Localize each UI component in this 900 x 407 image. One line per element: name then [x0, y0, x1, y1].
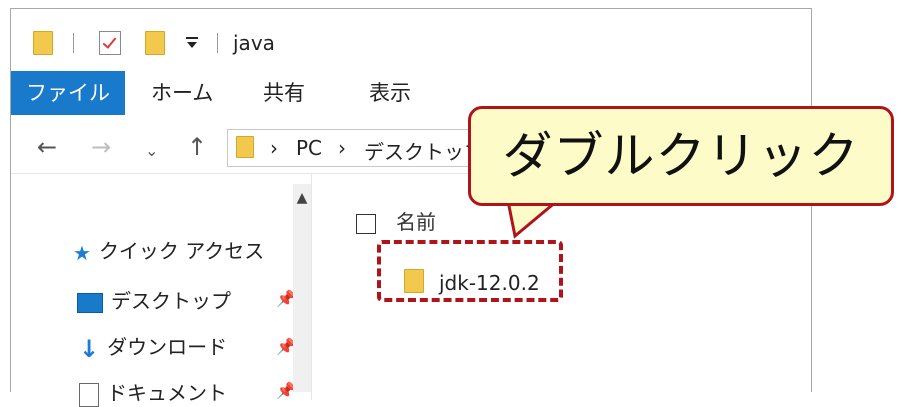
customize-toolbar-dropdown-icon[interactable] — [186, 37, 200, 49]
tab-home[interactable]: ホーム — [151, 71, 213, 115]
forward-arrow-icon[interactable]: → — [91, 133, 111, 161]
recent-locations-chevron-icon[interactable]: ⌄ — [145, 137, 158, 165]
breadcrumb-separator: › — [270, 136, 278, 160]
back-arrow-icon[interactable]: ← — [37, 133, 57, 161]
nav-item-quick-access[interactable]: ★ クイック アクセス — [73, 235, 264, 265]
folder-icon — [236, 136, 254, 158]
document-icon — [79, 382, 99, 407]
column-header-name[interactable]: 名前 — [356, 206, 436, 235]
nav-item-documents[interactable]: ドキュメント — [79, 377, 227, 407]
breadcrumb-pc[interactable]: PC — [296, 136, 322, 160]
star-icon: ★ — [73, 240, 91, 265]
toolbar-separator — [217, 33, 218, 53]
title-bar: java — [11, 9, 811, 71]
nav-item-downloads[interactable]: ↓ ダウンロード — [79, 331, 227, 363]
breadcrumb-separator: › — [338, 136, 346, 160]
nav-pane-scrollbar[interactable]: ▲ — [293, 184, 311, 392]
toolbar-separator — [73, 33, 74, 53]
callout-text: ダブルクリック — [502, 127, 860, 185]
scroll-up-icon[interactable]: ▲ — [293, 190, 311, 206]
breadcrumb-desktop[interactable]: デスクトップ — [364, 136, 484, 165]
new-folder-icon[interactable] — [145, 31, 165, 55]
folder-icon — [33, 31, 53, 55]
callout-bubble: ダブルクリック — [468, 106, 894, 206]
window-title: java — [233, 31, 275, 55]
select-all-checkbox[interactable] — [356, 213, 376, 234]
pane-divider[interactable] — [311, 174, 312, 400]
download-icon: ↓ — [79, 334, 100, 363]
highlight-dashed-box — [377, 240, 563, 302]
tab-file[interactable]: ファイル — [11, 71, 125, 115]
tab-share[interactable]: 共有 — [263, 71, 305, 115]
desktop-icon — [77, 292, 103, 313]
properties-check-icon[interactable] — [99, 31, 121, 55]
tab-view[interactable]: 表示 — [369, 71, 411, 115]
nav-item-desktop[interactable]: デスクトップ — [77, 285, 231, 314]
up-arrow-icon[interactable]: ↑ — [187, 133, 207, 161]
